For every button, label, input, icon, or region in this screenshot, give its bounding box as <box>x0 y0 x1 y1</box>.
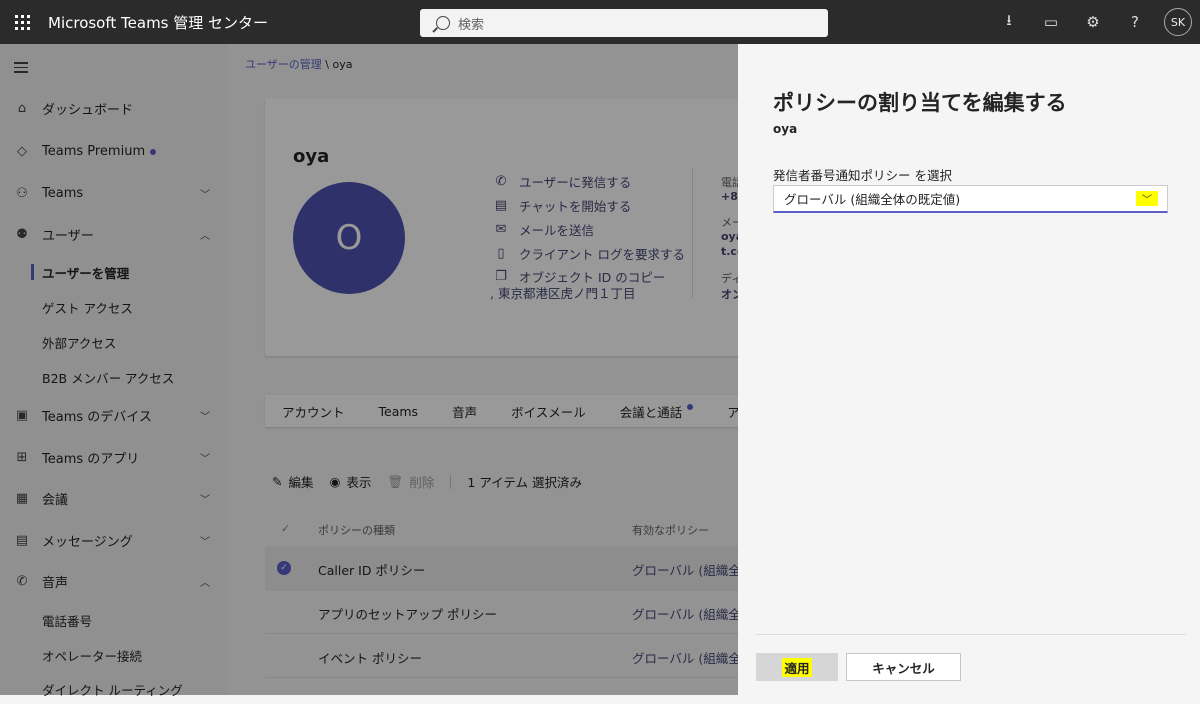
panel-subtitle: oya <box>773 122 798 136</box>
app-title: Microsoft Teams 管理 センター <box>48 13 269 32</box>
top-bar: Microsoft Teams 管理 センター 検索 ⭳ ▭ ⚙ ? SK <box>0 0 1200 44</box>
gear-icon[interactable]: ⚙ <box>1072 0 1114 44</box>
apply-button[interactable]: 適用 <box>756 653 838 681</box>
cancel-button[interactable]: キャンセル <box>846 653 961 681</box>
dropdown-value: グローバル (組織全体の既定値) <box>784 192 961 207</box>
chevron-down-icon[interactable]: ﹀ <box>1136 191 1158 206</box>
dropdown-label: 発信者番号通知ポリシー を選択 <box>773 168 952 183</box>
divider <box>756 634 1186 635</box>
apply-label: 適用 <box>782 657 812 677</box>
modal-overlay[interactable] <box>0 44 738 695</box>
edit-policy-panel: ポリシーの割り当てを編集する oya 発信者番号通知ポリシー を選択 グローバル… <box>738 44 1200 695</box>
avatar[interactable]: SK <box>1164 8 1192 36</box>
caller-id-policy-dropdown[interactable]: グローバル (組織全体の既定値) ﹀ <box>773 185 1168 213</box>
search-input[interactable]: 検索 <box>420 9 828 37</box>
help-icon[interactable]: ? <box>1114 0 1156 44</box>
download-icon[interactable]: ⭳ <box>988 0 1030 44</box>
search-placeholder: 検索 <box>458 17 485 33</box>
panel-title: ポリシーの割り当てを編集する <box>773 91 1067 115</box>
terminal-icon[interactable]: ▭ <box>1030 0 1072 44</box>
search-icon <box>436 16 450 30</box>
app-launcher-icon[interactable] <box>0 0 44 44</box>
